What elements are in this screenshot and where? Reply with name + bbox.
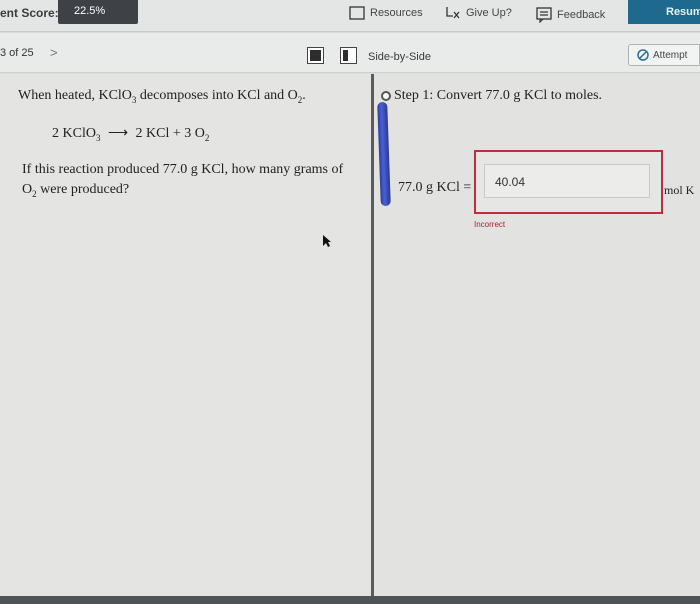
view-mode-label: Side-by-Side (368, 51, 431, 63)
equation-left: 2 KClO (52, 126, 96, 141)
feedback-label: Feedback (557, 9, 606, 21)
reaction-arrow: ⟶ (107, 126, 129, 141)
score-badge: 22.5% (58, 0, 138, 24)
side-by-side-toggle[interactable] (340, 47, 357, 64)
intro-text: When heated, KClO (18, 88, 132, 103)
book-icon (349, 6, 365, 20)
feedback-button[interactable]: Feedback (536, 2, 605, 28)
question-body-end: were produced? (36, 182, 130, 197)
reaction-equation: 2 KClO3 ⟶ 2 KCl + 3 O2 (52, 125, 209, 143)
resources-label: Resources (370, 7, 423, 19)
pen-icon (377, 101, 391, 207)
attempt-label: Attempt (653, 49, 688, 61)
equation-label: 77.0 g KCl = (398, 180, 472, 195)
give-up-button[interactable]: Give Up? (445, 0, 512, 26)
step-panel: Step 1: Convert 77.0 g KCl to moles. 77.… (374, 74, 700, 604)
single-view-toggle[interactable] (307, 47, 324, 64)
intro-end: . (302, 88, 306, 103)
question-intro: When heated, KClO3 decomposes into KCl a… (18, 88, 306, 105)
unit-label: mol K (664, 183, 695, 197)
question-body: If this reaction produced 77.0 g KCl, ho… (22, 160, 352, 204)
step-instruction: Step 1: Convert 77.0 g KCl to moles. (394, 88, 603, 103)
step-bullet-icon (381, 91, 391, 101)
resources-button[interactable]: Resources (349, 0, 423, 26)
question-panel: When heated, KClO 3 decomposes into KCl a… (0, 74, 371, 604)
mouse-cursor-icon (323, 235, 331, 247)
give-up-label: Give Up? (466, 7, 512, 19)
top-bar: ent Score: 22.5% Resources Give Up? Feed… (0, 0, 700, 32)
equation-right-subscript: 2 (204, 132, 210, 143)
intro-mid-text: decomposes into KCl and O (136, 88, 298, 103)
attempt-icon (637, 49, 649, 61)
equation-right: 2 KCl + 3 O (135, 126, 205, 141)
score-label: ent Score: (0, 6, 59, 20)
answer-input[interactable]: 40.04 (484, 164, 650, 198)
equation-left-subscript: 3 (95, 132, 101, 143)
feedback-icon (536, 7, 552, 23)
attempt-button[interactable]: Attempt (628, 44, 700, 66)
incorrect-feedback: Incorrect (474, 220, 506, 229)
bottom-strip (0, 596, 700, 604)
question-nav-bar: 3 of 25 > Side-by-Side Attempt (0, 33, 700, 73)
question-counter: 3 of 25 (0, 47, 34, 59)
resume-button[interactable]: Resum (628, 0, 700, 24)
next-question-button[interactable]: > (50, 45, 58, 60)
give-up-icon (446, 7, 460, 19)
